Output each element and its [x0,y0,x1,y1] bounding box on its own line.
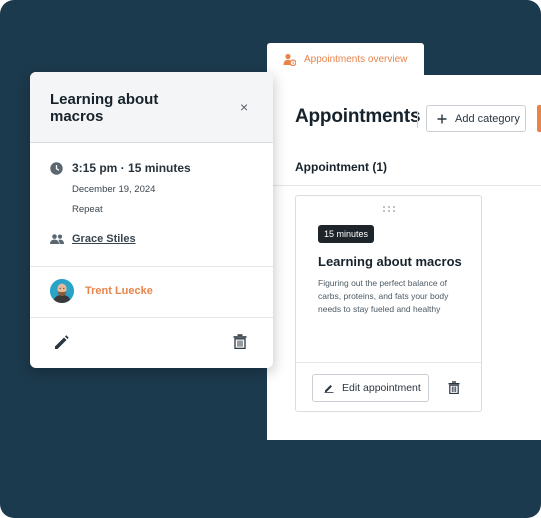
tab-label: Appointments overview [304,54,408,65]
appointment-repeat: Repeat [72,204,103,215]
owner-name[interactable]: Trent Luecke [85,285,153,297]
clock-icon [50,161,63,175]
card-description: Figuring out the perfect balance of carb… [318,278,449,314]
divider [296,362,481,363]
attendee-link[interactable]: Grace Stiles [72,233,136,245]
user-clock-icon [283,53,296,66]
title-divider [417,111,418,128]
popover-header: Learning about macros × [30,72,273,143]
avatar [50,279,74,303]
add-category-button[interactable]: Add category [426,105,526,132]
edit-appointment-label: Edit appointment [342,382,421,394]
trash-icon[interactable] [448,381,460,394]
card-title: Learning about macros [318,254,462,269]
appointment-card[interactable]: 15 minutes Learning about macros Figurin… [295,195,482,412]
appointment-group-label: Appointment (1) [295,160,387,174]
pencil-icon[interactable] [54,335,69,350]
divider [30,317,273,318]
appointment-popover: Learning about macros × 3:15 pm · 15 min… [30,72,273,368]
pencil-icon [324,385,334,393]
add-category-label: Add category [455,112,520,125]
attendee-row: Grace Stiles [50,233,136,245]
edit-appointment-button[interactable]: Edit appointment [312,374,429,402]
page-title: Appointments [295,106,421,127]
popover-title: Learning about macros [50,91,159,125]
divider [267,185,541,186]
time-row: 3:15 pm · 15 minutes [50,161,191,175]
appointment-date: December 19, 2024 [72,184,156,195]
duration-badge: 15 minutes [318,225,375,243]
close-icon[interactable]: × [240,100,248,114]
primary-button-edge[interactable] [537,105,541,132]
divider [30,266,273,267]
trash-icon[interactable] [233,334,247,349]
appointment-time: 3:15 pm · 15 minutes [72,161,191,175]
people-icon [50,234,64,244]
drag-handle-icon[interactable] [382,205,396,213]
plus-icon [437,114,447,123]
tab-appointments-overview[interactable]: Appointments overview [267,43,424,76]
